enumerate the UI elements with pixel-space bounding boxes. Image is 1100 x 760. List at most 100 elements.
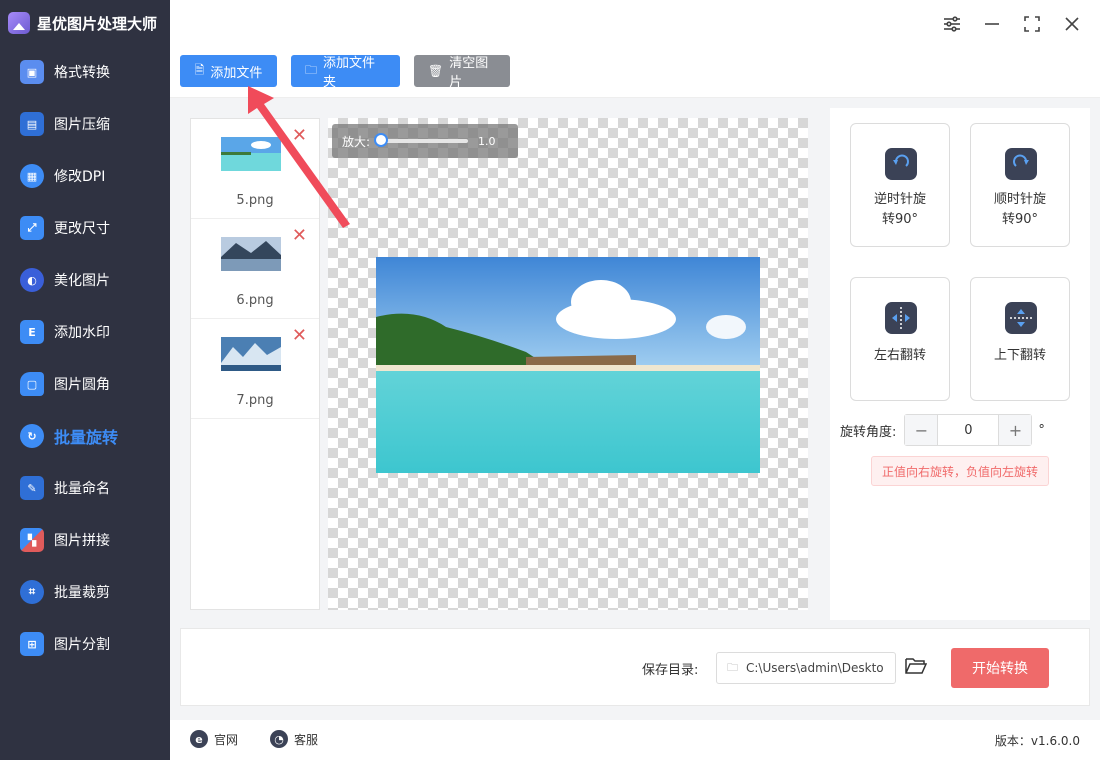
thumbnail-snow-mountains	[221, 337, 281, 371]
add-folder-button[interactable]: 🗀 添加文件夹	[291, 55, 400, 90]
thumbnail-mountain-lake	[221, 237, 281, 271]
split-icon: ⊞	[20, 632, 44, 656]
thumbnail-beach	[221, 137, 281, 171]
beautify-icon: ◐	[20, 268, 44, 292]
sidebar-item-format-convert[interactable]: ▣ 格式转换	[0, 46, 170, 98]
sidebar-item-compress[interactable]: ▤ 图片压缩	[0, 98, 170, 150]
file-name: 5.png	[236, 193, 274, 208]
file-item[interactable]: ✕ 7.png	[191, 319, 319, 419]
flip-vertical-label: 上下翻转	[993, 348, 1046, 363]
zoom-slider-handle[interactable]	[374, 133, 389, 147]
save-bar: 保存目录: 🗀 C:\Users\admin\Deskto 开始转换	[180, 628, 1090, 706]
start-convert-button[interactable]: 开始转换	[951, 648, 1049, 688]
website-link[interactable]: e 官网	[190, 730, 238, 748]
ie-browser-icon: e	[190, 730, 208, 748]
file-item[interactable]: ✕ 5.png	[191, 119, 319, 219]
sidebar: 星优图片处理大师 ▣ 格式转换 ▤ 图片压缩 ▦ 修改DPI ⤢ 更改尺寸 ◐ 美化图片 …	[0, 0, 170, 760]
image-compress-icon: ▤	[20, 112, 44, 136]
app-title: 星优图片处理大师	[37, 14, 158, 33]
rotate-cw-icon	[1005, 148, 1037, 180]
flip-horizontal-button[interactable]: 左右翻转	[850, 277, 950, 401]
sidebar-item-round-corner[interactable]: ▢ 图片圆角	[0, 358, 170, 410]
flip-horizontal-label: 左右翻转	[873, 348, 926, 363]
sidebar-item-crop[interactable]: ⌗ 批量裁剪	[0, 566, 170, 618]
delete-file-icon[interactable]: ✕	[292, 227, 307, 245]
save-path-value: C:\Users\admin\Deskto	[746, 661, 884, 675]
add-file-button[interactable]: 🗎 添加文件	[180, 55, 277, 87]
splice-icon: ▚	[20, 528, 44, 552]
trash-icon: 🗑	[428, 64, 444, 78]
round-corner-icon: ▢	[20, 372, 44, 396]
version-text: 版本：v1.6.0.0	[994, 734, 1080, 748]
rotate-angle-label: 旋转角度:	[840, 424, 897, 440]
browse-folder-icon[interactable]	[905, 656, 929, 680]
app-brand: 星优图片处理大师	[0, 0, 170, 46]
file-list[interactable]: ✕ 5.png ✕ 6.png ✕ 7.png	[190, 118, 320, 610]
footer: e 官网 ◔ 客服 版本：v1.6.0.0	[170, 720, 1100, 760]
rename-icon: ✎	[20, 476, 44, 500]
sidebar-item-watermark[interactable]: E 添加水印	[0, 306, 170, 358]
rotate-cw-label-line1: 顺时针旋	[993, 192, 1046, 207]
maximize-icon[interactable]	[1020, 12, 1044, 36]
zoom-control: 放大: 1.0	[332, 124, 518, 158]
customer-service-link[interactable]: ◔ 客服	[270, 730, 318, 748]
angle-decrement-button[interactable]: −	[905, 415, 938, 445]
zoom-value: 1.0	[478, 134, 496, 148]
save-path-field[interactable]: 🗀 C:\Users\admin\Deskto	[716, 652, 896, 684]
sidebar-item-splice[interactable]: ▚ 图片拼接	[0, 514, 170, 566]
delete-file-icon[interactable]: ✕	[292, 327, 307, 345]
watermark-icon: E	[20, 320, 44, 344]
save-dir-label: 保存目录:	[642, 663, 699, 678]
angle-increment-button[interactable]: +	[999, 415, 1032, 445]
sidebar-item-batch-rename[interactable]: ✎ 批量命名	[0, 462, 170, 514]
flip-vertical-button[interactable]: 上下翻转	[970, 277, 1070, 401]
flip-horizontal-icon	[885, 302, 917, 334]
rotate-cw-90-button[interactable]: 顺时针旋转90°	[970, 123, 1070, 247]
rotate-cw-label-line2: 转90°	[1001, 212, 1039, 227]
main-area: ✕ 5.png ✕ 6.png ✕ 7.png 放大: 1.0 逆时针旋 转90…	[170, 98, 1100, 720]
toolbar: 🗎 添加文件 🗀 添加文件夹 🗑 清空图片	[170, 46, 1100, 98]
clear-images-button[interactable]: 🗑 清空图片	[414, 55, 510, 90]
rotate-options-panel: 逆时针旋 转90° 顺时针旋 转90° 左右翻转 上下翻转 旋转角度: − 0 …	[830, 108, 1090, 620]
sidebar-nav: ▣ 格式转换 ▤ 图片压缩 ▦ 修改DPI ⤢ 更改尺寸 ◐ 美化图片 E 添加水印 ▢ 图片…	[0, 46, 170, 670]
chat-icon: ◔	[270, 730, 288, 748]
image-convert-icon: ▣	[20, 60, 44, 84]
rotate-angle-stepper: − 0 +	[904, 414, 1033, 446]
file-name: 7.png	[236, 393, 274, 408]
rotate-ccw-90-button[interactable]: 逆时针旋转90°	[850, 123, 950, 247]
rotate-direction-tip: 正值向右旋转，负值向左旋转	[871, 456, 1049, 486]
dpi-icon: ▦	[20, 164, 44, 188]
sidebar-item-beautify[interactable]: ◐ 美化图片	[0, 254, 170, 306]
image-preview: 放大: 1.0	[328, 118, 808, 610]
flip-vertical-icon	[1005, 302, 1037, 334]
file-item[interactable]: ✕ 6.png	[191, 219, 319, 319]
rotate-angle-input[interactable]: 0	[937, 415, 1000, 445]
sidebar-item-split[interactable]: ⊞ 图片分割	[0, 618, 170, 670]
close-icon[interactable]	[1060, 12, 1084, 36]
delete-file-icon[interactable]: ✕	[292, 127, 307, 145]
rotate-angle-row: 旋转角度: − 0 + °	[840, 414, 1045, 446]
degree-unit: °	[1038, 422, 1045, 438]
file-icon: 🗎	[194, 62, 205, 77]
folder-icon: 🗀	[305, 62, 318, 77]
minimize-icon[interactable]	[980, 12, 1004, 36]
preview-image-beach	[376, 257, 760, 473]
app-logo-icon	[8, 12, 30, 34]
sidebar-item-dpi[interactable]: ▦ 修改DPI	[0, 150, 170, 202]
folder-outline-icon: 🗀	[727, 660, 738, 674]
resize-icon: ⤢	[20, 216, 44, 240]
rotate-ccw-label-line1: 逆时针旋	[873, 192, 926, 207]
app-window: 星优图片处理大师 ▣ 格式转换 ▤ 图片压缩 ▦ 修改DPI ⤢ 更改尺寸 ◐ 美化图片 …	[0, 0, 1100, 760]
zoom-label: 放大:	[342, 134, 371, 149]
rotate-ccw-label-line2: 转90°	[881, 212, 919, 227]
sidebar-item-batch-rotate[interactable]: ↻ 批量旋转	[0, 410, 170, 462]
window-titlebar	[170, 0, 1100, 46]
file-name: 6.png	[236, 293, 274, 308]
rotate-ccw-icon	[885, 148, 917, 180]
rotate-icon: ↻	[20, 424, 44, 448]
sidebar-item-resize[interactable]: ⤢ 更改尺寸	[0, 202, 170, 254]
crop-icon: ⌗	[20, 580, 44, 604]
titlebar-blank-area	[742, 8, 932, 42]
zoom-slider[interactable]	[374, 133, 469, 147]
settings-sliders-icon[interactable]	[940, 12, 964, 36]
